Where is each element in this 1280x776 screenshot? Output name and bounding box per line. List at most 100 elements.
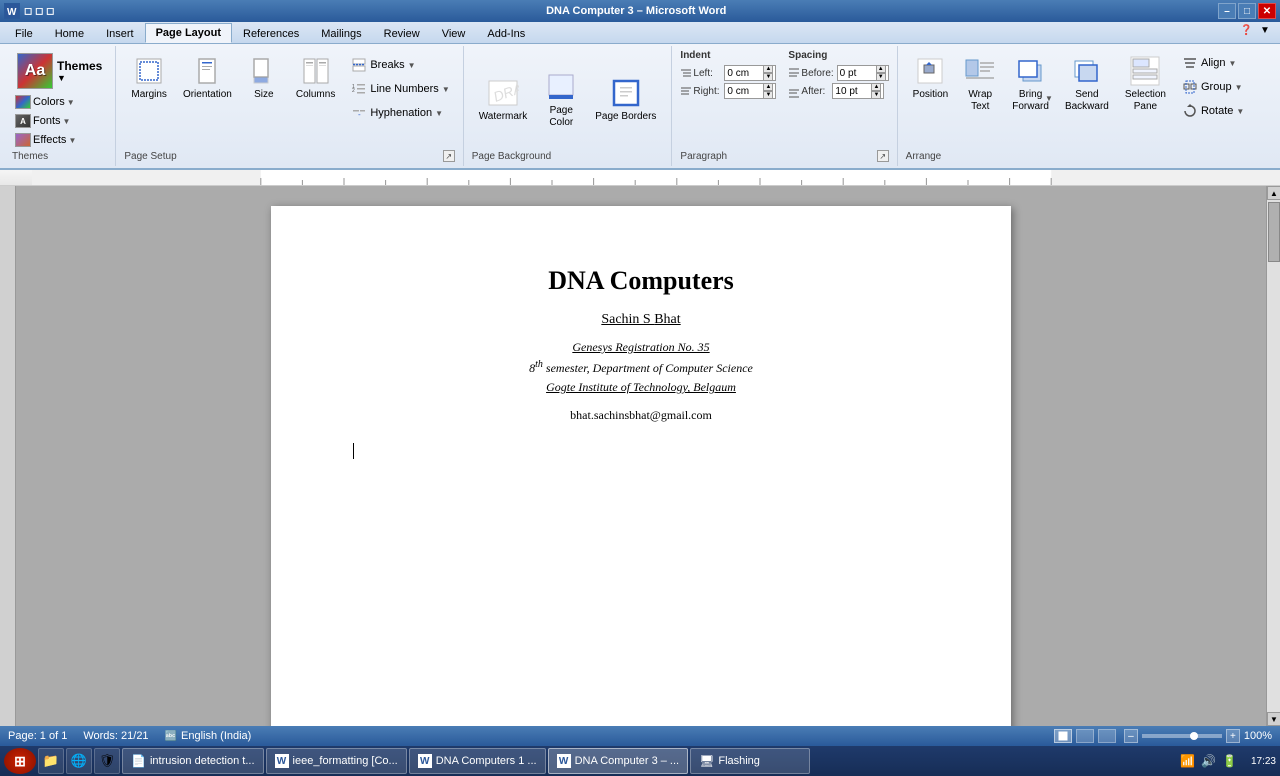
group-button[interactable]: Group ▼ [1177, 76, 1249, 98]
print-layout-btn[interactable] [1054, 729, 1072, 743]
document-area: DNA Computers Sachin S Bhat Genesys Regi… [0, 186, 1280, 726]
tray-volume-icon[interactable]: 🔊 [1201, 754, 1216, 768]
page-borders-button[interactable]: Page Borders [588, 72, 663, 128]
taskbar-task-intrusion[interactable]: 📄 intrusion detection t... [122, 748, 264, 774]
watermark-button[interactable]: DRAFT Watermark [472, 72, 535, 128]
web-layout-btn[interactable] [1098, 729, 1116, 743]
tray-network-icon[interactable]: 📶 [1180, 754, 1195, 768]
orientation-label: Orientation [183, 89, 232, 101]
start-button[interactable]: ⊞ [4, 748, 36, 774]
bring-forward-button[interactable]: BringForward ▼ [1005, 50, 1056, 118]
indent-right-icon [680, 86, 690, 96]
position-button[interactable]: Position [906, 50, 956, 118]
indent-left-down[interactable]: ▼ [763, 73, 773, 81]
system-tray: 📶 🔊 🔋 [1174, 754, 1243, 768]
line-numbers-button[interactable]: 12 Line Numbers ▼ [346, 78, 454, 100]
paragraph-expand[interactable]: ↗ [877, 150, 889, 162]
tab-insert[interactable]: Insert [95, 23, 145, 43]
document-scroll-area[interactable]: DNA Computers Sachin S Bhat Genesys Regi… [16, 186, 1266, 726]
taskbar-task-dna3[interactable]: W DNA Computer 3 – ... [548, 748, 689, 774]
margins-button[interactable]: Margins [124, 50, 174, 106]
send-backward-button[interactable]: SendBackward [1058, 50, 1116, 118]
themes-button[interactable]: Aa Themes ▼ [12, 50, 107, 92]
cursor-line[interactable] [351, 443, 931, 459]
spacing-after-icon [788, 86, 798, 96]
scroll-track[interactable] [1267, 264, 1280, 712]
scroll-down-arrow[interactable]: ▼ [1267, 712, 1280, 726]
taskbar-quick-browser[interactable]: 🌐 [66, 748, 92, 774]
taskbar-clock[interactable]: 17:23 [1251, 755, 1276, 768]
spacing-before-input[interactable]: 0 pt ▲ ▼ [837, 65, 889, 81]
hyphenation-button[interactable]: - Hyphenation ▼ [346, 102, 454, 124]
close-button[interactable]: ✕ [1258, 3, 1276, 19]
words-indicator: Words: 21/21 [83, 730, 148, 742]
minimize-button[interactable]: – [1218, 3, 1236, 19]
breaks-button[interactable]: Breaks ▼ [346, 54, 454, 76]
spacing-before-up[interactable]: ▲ [876, 65, 886, 73]
wrap-text-button[interactable]: WrapText [957, 50, 1003, 118]
tab-review[interactable]: Review [373, 23, 431, 43]
tray-power-icon[interactable]: 🔋 [1222, 754, 1237, 768]
size-button[interactable]: Size [241, 50, 287, 106]
rotate-button[interactable]: Rotate ▼ [1177, 100, 1249, 122]
language-status[interactable]: 🔤 English (India) [165, 730, 252, 742]
indent-right-input[interactable]: 0 cm ▲ ▼ [724, 83, 776, 99]
spacing-after-down[interactable]: ▼ [871, 91, 881, 99]
taskbar-quick-shield[interactable]: 🛡 [94, 748, 120, 774]
tab-add-ins[interactable]: Add-Ins [476, 23, 536, 43]
indent-right-up[interactable]: ▲ [763, 83, 773, 91]
spacing-before-value: 0 pt [840, 68, 857, 79]
ruler-side [0, 186, 16, 726]
ribbon-toggle-icon[interactable]: ▼ [1260, 25, 1276, 41]
scroll-thumb[interactable] [1268, 202, 1280, 262]
spacing-after-input[interactable]: 10 pt ▲ ▼ [832, 83, 884, 99]
indent-right-row: Right: 0 cm ▲ ▼ [680, 83, 776, 99]
spacing-before-down[interactable]: ▼ [876, 73, 886, 81]
scrollbar-vertical[interactable]: ▲ ▼ [1266, 186, 1280, 726]
zoom-plus-button[interactable]: + [1226, 729, 1240, 743]
columns-label: Columns [296, 89, 335, 101]
indent-left-up[interactable]: ▲ [763, 65, 773, 73]
taskbar-quick-files[interactable]: 📁 [38, 748, 64, 774]
taskbar-task-dna3-label: DNA Computer 3 – ... [575, 755, 680, 767]
indent-left-input[interactable]: 0 cm ▲ ▼ [724, 65, 776, 81]
indent-right-down[interactable]: ▼ [763, 91, 773, 99]
align-button[interactable]: Align ▼ [1177, 52, 1249, 74]
zoom-slider[interactable] [1142, 734, 1222, 738]
columns-button[interactable]: Columns [289, 50, 342, 106]
tab-file[interactable]: File [4, 23, 44, 43]
zoom-slider-thumb[interactable] [1190, 732, 1198, 740]
orientation-button[interactable]: Orientation [176, 50, 239, 106]
fonts-button[interactable]: A Fonts ▼ [12, 112, 73, 130]
colors-icon [15, 95, 31, 109]
page-indicator: Page: 1 of 1 [8, 730, 67, 742]
document-page[interactable]: DNA Computers Sachin S Bhat Genesys Regi… [271, 206, 1011, 726]
selection-pane-label: SelectionPane [1125, 89, 1166, 113]
taskbar-task-ieee[interactable]: W ieee_formatting [Co... [266, 748, 407, 774]
margins-label: Margins [131, 89, 167, 101]
tab-references[interactable]: References [232, 23, 310, 43]
svg-text:-: - [358, 110, 361, 119]
taskbar-task-dna1[interactable]: W DNA Computers 1 ... [409, 748, 546, 774]
tab-view[interactable]: View [431, 23, 477, 43]
position-label: Position [913, 89, 949, 101]
scroll-up-arrow[interactable]: ▲ [1267, 186, 1280, 200]
page-color-button[interactable]: PageColor [538, 66, 584, 134]
taskbar-task-flashing[interactable]: 🖥 Flashing [690, 748, 810, 774]
zoom-minus-button[interactable]: – [1124, 729, 1138, 743]
selection-pane-button[interactable]: SelectionPane [1118, 50, 1173, 118]
tab-mailings[interactable]: Mailings [310, 23, 372, 43]
title-bar-title: DNA Computer 3 – Microsoft Word [54, 5, 1218, 17]
tab-home[interactable]: Home [44, 23, 95, 43]
full-screen-btn[interactable] [1076, 729, 1094, 743]
watermark-label: Watermark [479, 111, 528, 123]
tab-page-layout[interactable]: Page Layout [145, 23, 232, 43]
effects-button[interactable]: Effects ▼ [12, 131, 79, 149]
page-setup-expand[interactable]: ↗ [443, 150, 455, 162]
size-label: Size [254, 89, 273, 101]
colors-button[interactable]: Colors ▼ [12, 93, 78, 111]
spacing-after-up[interactable]: ▲ [871, 83, 881, 91]
arrange-label: Arrange [906, 151, 942, 162]
maximize-button[interactable]: □ [1238, 3, 1256, 19]
help-icon[interactable]: ❓ [1240, 25, 1256, 41]
